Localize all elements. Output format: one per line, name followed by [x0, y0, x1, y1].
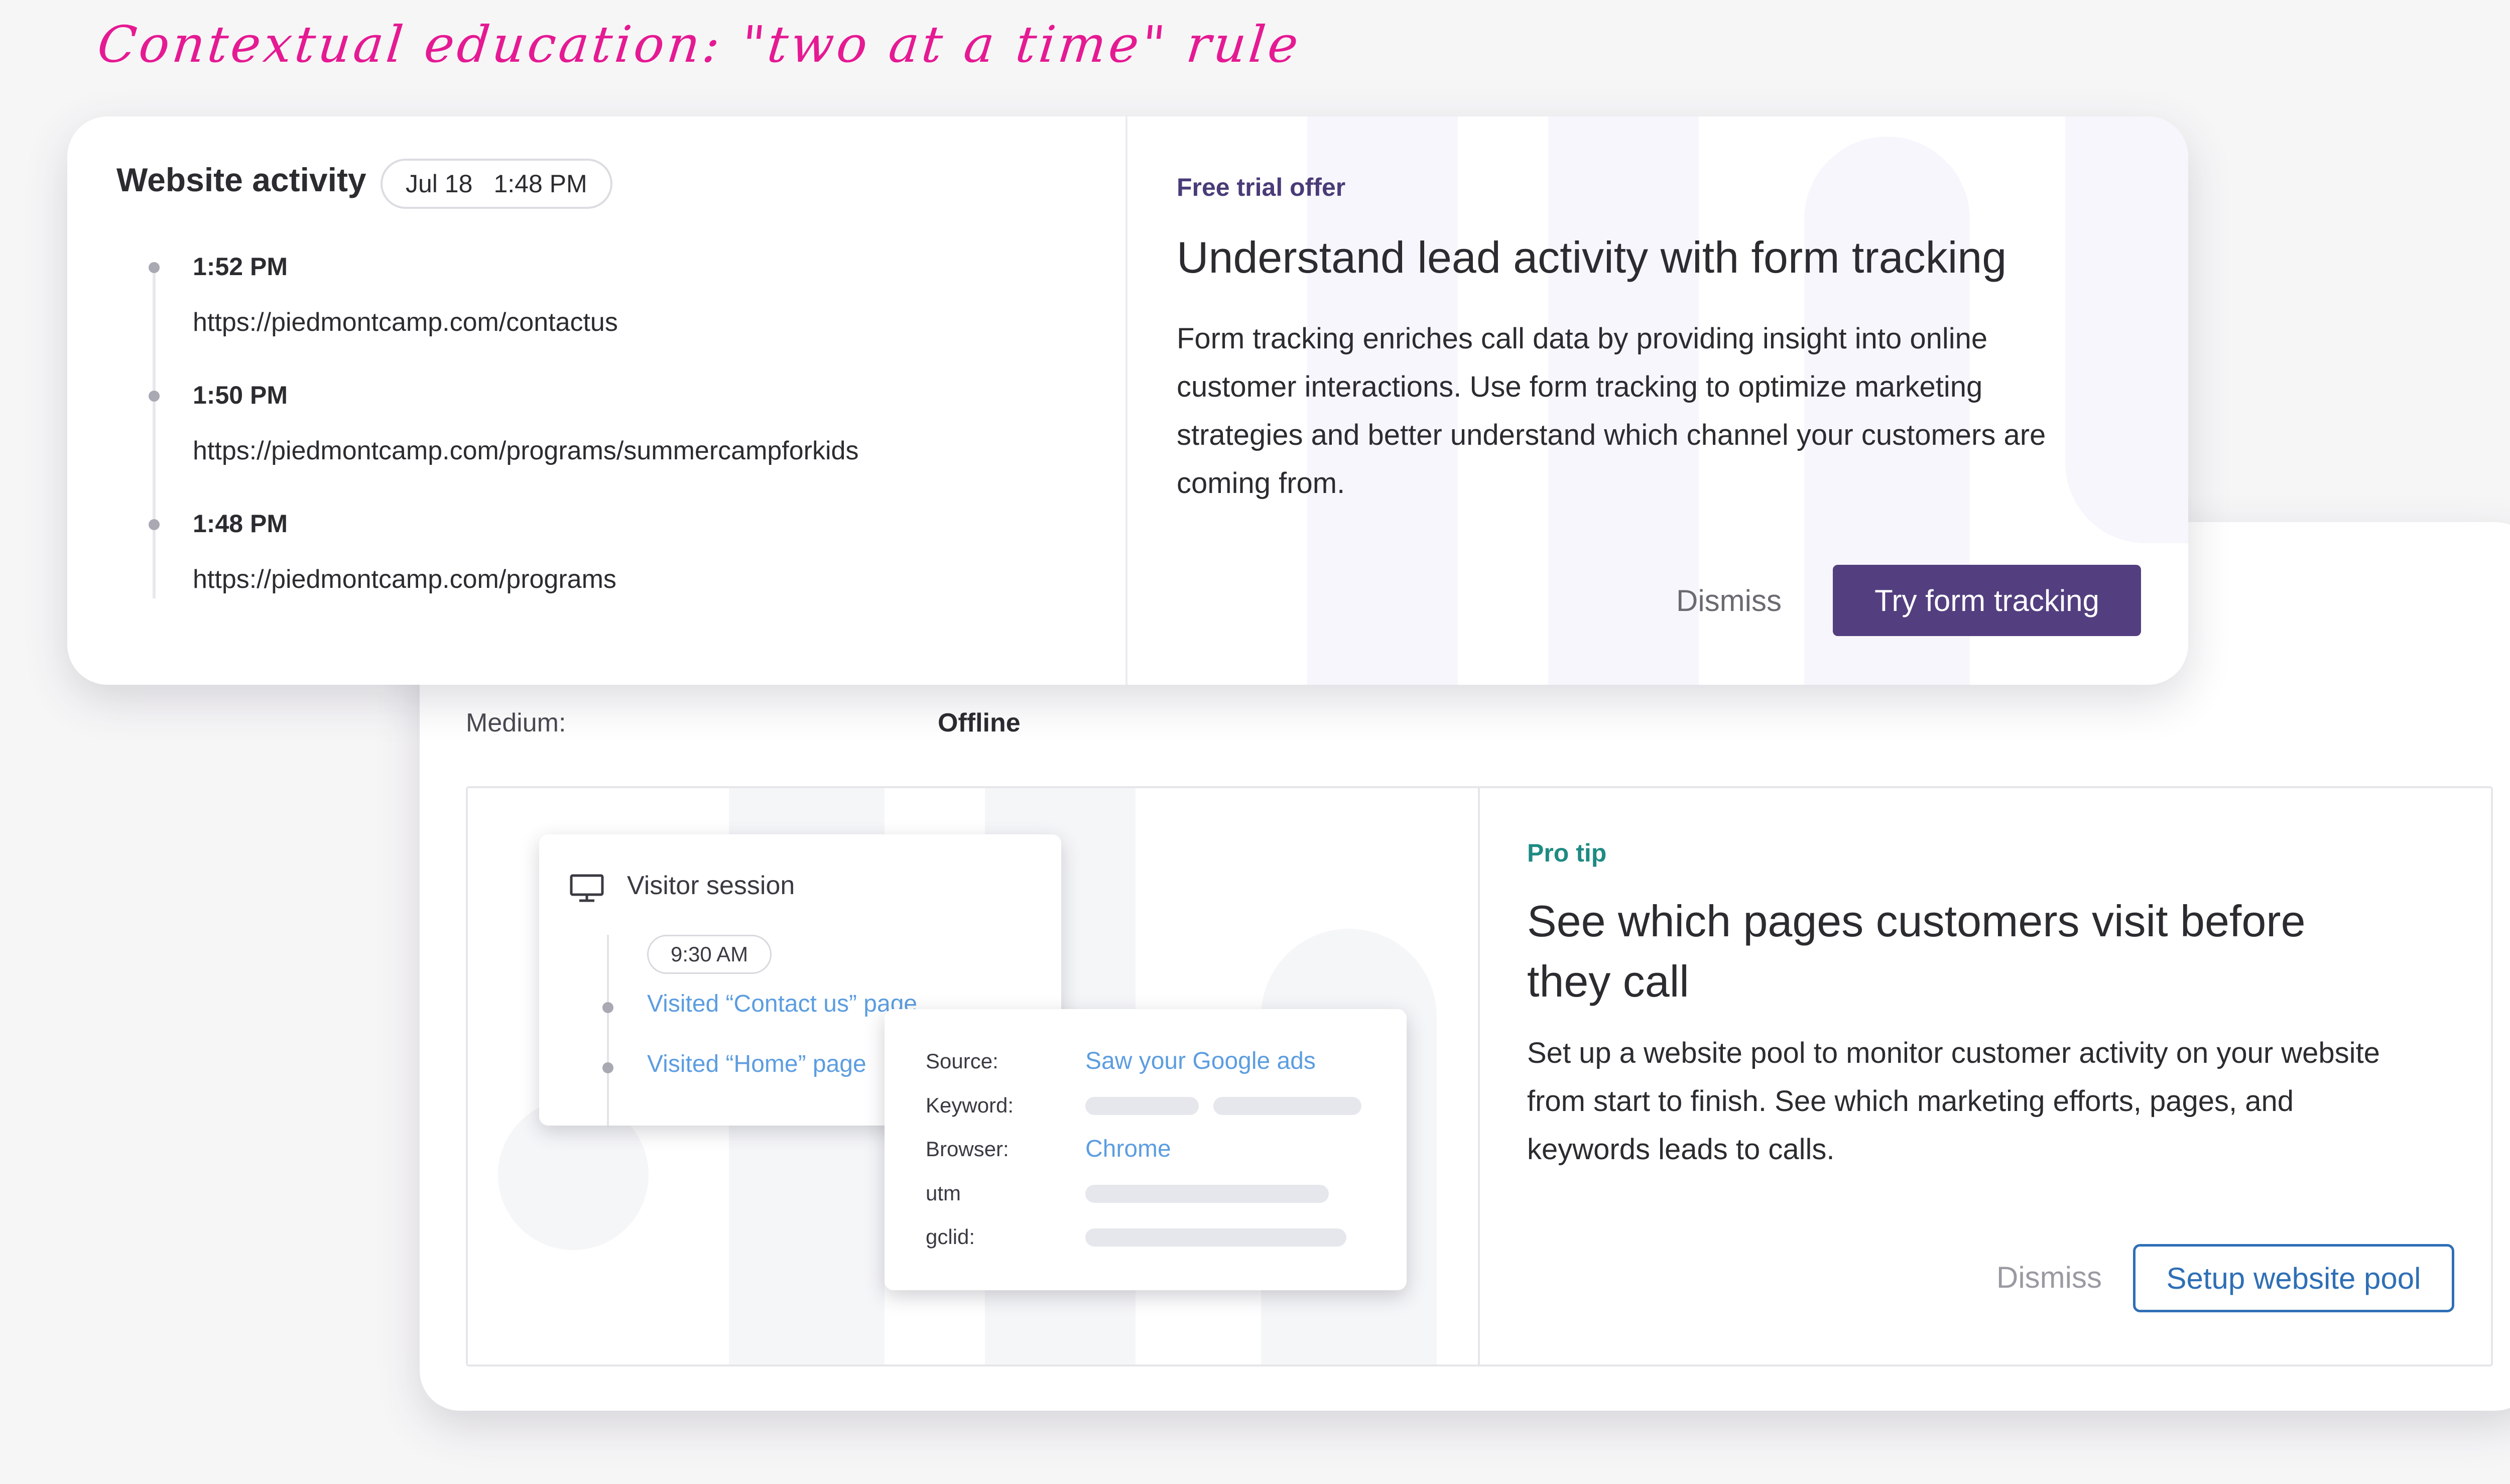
- session-time-badge: 9:30 AM: [647, 935, 772, 974]
- pro-tip-panel: Visitor session 9:30 AM Visited “Contact…: [466, 786, 2493, 1367]
- source-details-card: Source: Saw your Google ads Keyword: Bro…: [885, 1009, 1407, 1290]
- event-time: 1:50 PM: [193, 381, 288, 409]
- timeline-dot: [149, 262, 160, 273]
- utm-placeholder-bar: [1085, 1185, 1329, 1203]
- badge-date: Jul 18: [406, 170, 473, 198]
- utm-label: utm: [926, 1181, 961, 1205]
- badge-time: 1:48 PM: [493, 170, 587, 198]
- activity-date-badge: Jul 18 1:48 PM: [381, 159, 612, 209]
- timeline-line: [607, 935, 609, 1126]
- source-value[interactable]: Saw your Google ads: [1085, 1047, 1316, 1075]
- monitor-icon: [570, 874, 604, 902]
- free-trial-body: Form tracking enriches call data by prov…: [1177, 322, 2046, 500]
- event-url[interactable]: https://piedmontcamp.com/programs: [193, 564, 616, 594]
- panel-divider: [1478, 788, 1480, 1365]
- event-url[interactable]: https://piedmontcamp.com/programs/summer…: [193, 436, 858, 466]
- activity-timeline-line: [153, 267, 156, 598]
- medium-label: Medium:: [466, 708, 566, 737]
- medium-value: Offline: [938, 708, 1021, 737]
- keyword-placeholder-bar: [1085, 1097, 1199, 1115]
- timeline-dot: [602, 1062, 613, 1073]
- pro-tip-dismiss-button[interactable]: Dismiss: [1996, 1260, 2102, 1295]
- try-form-tracking-button[interactable]: Try form tracking: [1833, 565, 2141, 636]
- free-trial-dismiss-button[interactable]: Dismiss: [1676, 583, 1782, 618]
- keyword-placeholder-bar: [1213, 1097, 1361, 1115]
- timeline-dot: [149, 391, 160, 402]
- gclid-label: gclid:: [926, 1225, 975, 1249]
- gclid-placeholder-bar: [1085, 1228, 1346, 1247]
- visited-contact-link[interactable]: Visited “Contact us” page: [647, 990, 917, 1018]
- panel-divider: [1125, 116, 1127, 685]
- pro-tip-body: Set up a website pool to monitor custome…: [1527, 1037, 2380, 1166]
- timeline-dot: [602, 1002, 613, 1013]
- annotation-heading: Contextual education: "two at a time" ru…: [94, 15, 1304, 74]
- keyword-label: Keyword:: [926, 1093, 1014, 1117]
- website-activity-card: Website activity Jul 18 1:48 PM 1:52 PM h…: [67, 116, 2188, 685]
- browser-value[interactable]: Chrome: [1085, 1135, 1171, 1163]
- pro-tip-kicker: Pro tip: [1527, 839, 1607, 867]
- pro-tip-title: See which pages customers visit before t…: [1527, 896, 2306, 1006]
- source-label: Source:: [926, 1049, 998, 1073]
- timeline-dot: [149, 519, 160, 530]
- visited-home-link[interactable]: Visited “Home” page: [647, 1050, 866, 1078]
- event-url[interactable]: https://piedmontcamp.com/contactus: [193, 307, 618, 337]
- free-trial-kicker: Free trial offer: [1177, 173, 1346, 201]
- event-time: 1:48 PM: [193, 510, 288, 538]
- browser-label: Browser:: [926, 1137, 1009, 1161]
- website-activity-title: Website activity: [116, 161, 366, 198]
- free-trial-title: Understand lead activity with form track…: [1177, 232, 2007, 282]
- event-time: 1:52 PM: [193, 253, 288, 281]
- setup-website-pool-button[interactable]: Setup website pool: [2133, 1244, 2454, 1312]
- visitor-session-title: Visitor session: [627, 871, 795, 900]
